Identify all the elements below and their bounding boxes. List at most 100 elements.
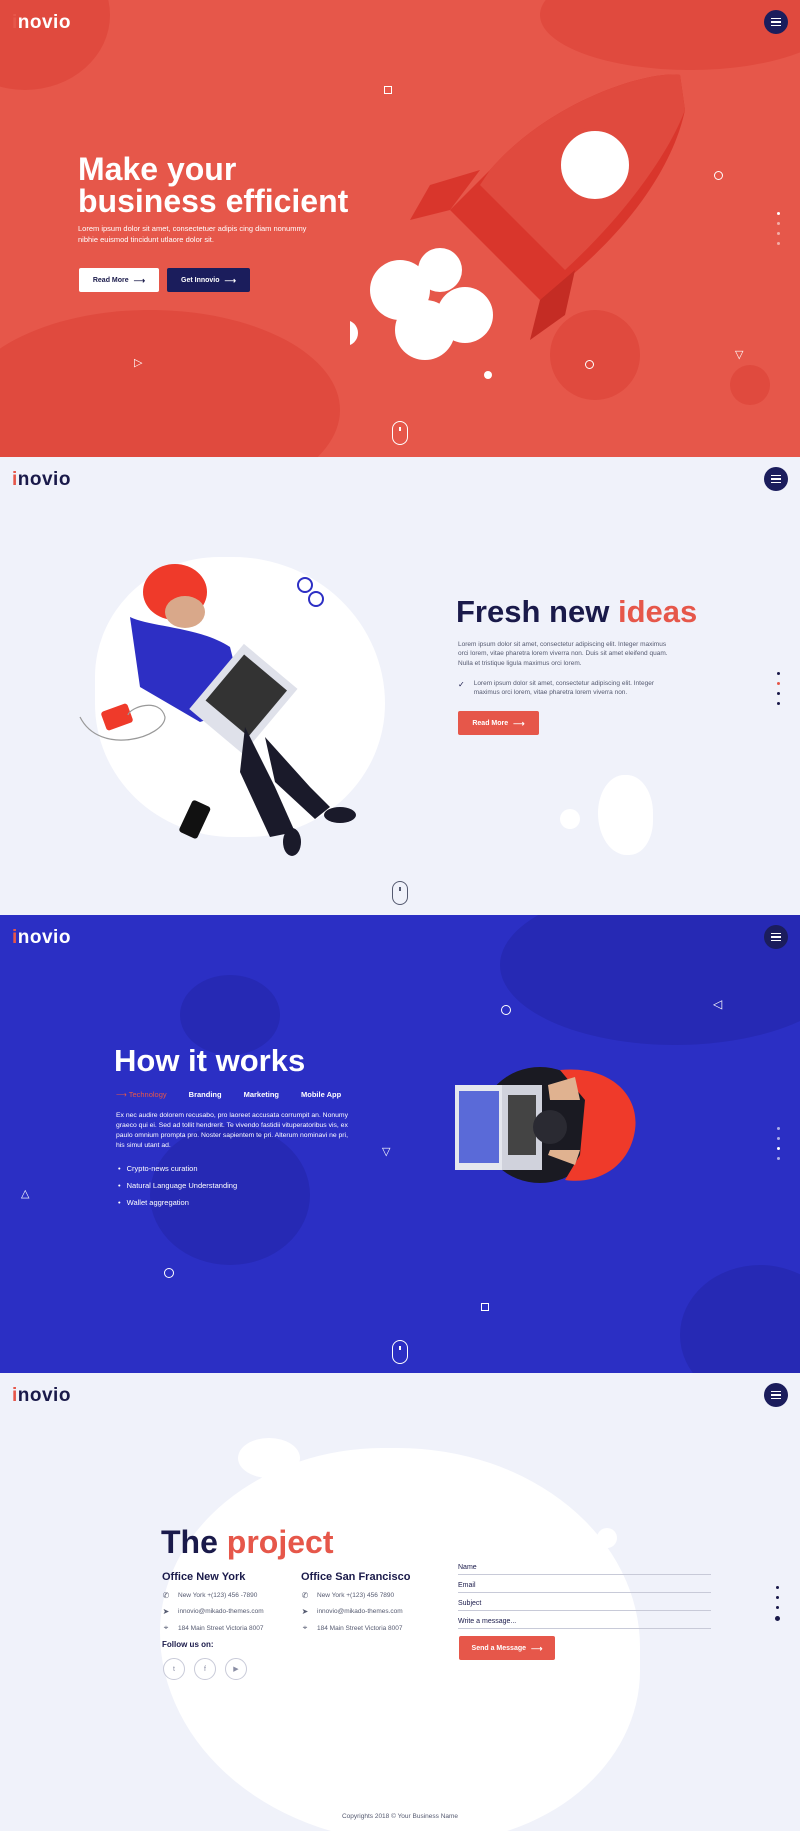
- bg-blob: [680, 1265, 800, 1373]
- email-field[interactable]: Email: [458, 1582, 711, 1593]
- twitter-icon: t: [173, 1665, 175, 1673]
- message-field[interactable]: Write a message...: [458, 1618, 711, 1629]
- hero-title: Make your business efficient: [78, 151, 349, 219]
- hamburger-icon: [771, 932, 781, 935]
- triangle-shape: ▷: [134, 357, 143, 369]
- facebook-icon: f: [204, 1665, 206, 1673]
- phone-icon: ✆: [301, 1591, 309, 1600]
- slide-dot[interactable]: [777, 222, 780, 225]
- logo[interactable]: inovio: [12, 469, 71, 491]
- slide-dot[interactable]: [777, 1127, 780, 1130]
- bg-blob: [500, 915, 800, 1045]
- slide-dot[interactable]: [776, 1606, 779, 1609]
- subject-field[interactable]: Subject: [458, 1600, 711, 1611]
- check-icon: ✓: [458, 680, 465, 689]
- tab-branding[interactable]: Branding: [189, 1090, 222, 1099]
- woman-laptop-illustration: [79, 564, 356, 856]
- office-email[interactable]: innovio@mikado-themes.com: [317, 1608, 403, 1615]
- slide-dot[interactable]: [777, 232, 780, 235]
- triangle-shape: ▽: [735, 349, 744, 361]
- tab-marketing[interactable]: Marketing: [244, 1090, 279, 1099]
- bg-blob: [597, 1528, 617, 1548]
- works-tabs: ⟶ Technology Branding Marketing Mobile A…: [116, 1090, 341, 1099]
- list-item: Wallet aggregation: [118, 1198, 237, 1207]
- phone-icon: ✆: [162, 1591, 170, 1600]
- menu-button[interactable]: [764, 467, 788, 491]
- slide-dots: [775, 1586, 780, 1621]
- works-title: How it works: [114, 1043, 306, 1078]
- slide-dot[interactable]: [777, 1137, 780, 1140]
- works-section: inovio How it works ⟶ Technology Brandin…: [0, 915, 800, 1373]
- read-more-button[interactable]: Read More ⟶: [79, 268, 159, 292]
- slide-dot[interactable]: [777, 1157, 780, 1160]
- youtube-button[interactable]: ▶: [225, 1658, 247, 1680]
- follow-label: Follow us on:: [162, 1640, 214, 1649]
- twitter-button[interactable]: t: [163, 1658, 185, 1680]
- project-title: The project: [161, 1524, 334, 1560]
- hamburger-icon: [771, 17, 781, 20]
- office-phone[interactable]: New York +(123) 456 -7890: [178, 1592, 257, 1599]
- slide-dot[interactable]: [777, 672, 780, 675]
- slide-dot[interactable]: [777, 682, 780, 685]
- logo[interactable]: inovio: [12, 1385, 71, 1407]
- bg-blob: [238, 1438, 300, 1478]
- slide-dot[interactable]: [777, 1147, 780, 1150]
- youtube-icon: ▶: [233, 1666, 239, 1673]
- send-message-button[interactable]: Send a Message ⟶: [459, 1636, 555, 1660]
- ideas-section: inovio Fresh new ideas Lorem ipsum dolor…: [0, 457, 800, 915]
- arrow-right-icon: ⟶: [513, 718, 525, 728]
- office-address: 184 Main Street Victoria 8007: [178, 1624, 264, 1632]
- arrow-right-icon: ⟶: [116, 1090, 129, 1099]
- works-bullets: Crypto-news curation Natural Language Un…: [118, 1164, 238, 1215]
- bg-blob: [730, 365, 770, 405]
- circle-shape: [501, 1005, 511, 1015]
- slide-dot[interactable]: [776, 1596, 779, 1599]
- slide-dot[interactable]: [777, 212, 780, 215]
- location-pin-icon: ⌖: [163, 1623, 169, 1632]
- office-email[interactable]: innovio@mikado-themes.com: [178, 1608, 264, 1615]
- circle-shape: [164, 1268, 174, 1278]
- scroll-mouse-icon[interactable]: [392, 881, 408, 905]
- slide-dot[interactable]: [776, 1586, 779, 1589]
- slide-dots: [777, 1127, 780, 1160]
- arrow-right-icon: ⟶: [224, 275, 236, 285]
- scroll-mouse-icon[interactable]: [392, 421, 408, 445]
- menu-button[interactable]: [764, 1383, 788, 1407]
- office-phone[interactable]: New York +(123) 456 7890: [317, 1592, 394, 1599]
- triangle-shape: △: [21, 1188, 30, 1200]
- circle-shape: [714, 171, 723, 180]
- office-name: Office New York: [162, 1571, 246, 1583]
- logo[interactable]: inovio: [12, 12, 71, 34]
- office-name: Office San Francisco: [301, 1571, 411, 1583]
- get-innovio-button[interactable]: Get Innovio ⟶: [167, 268, 250, 292]
- facebook-button[interactable]: f: [194, 1658, 216, 1680]
- location-pin-icon: ⌖: [302, 1623, 308, 1632]
- list-item: Natural Language Understanding: [118, 1181, 238, 1190]
- menu-button[interactable]: [764, 925, 788, 949]
- arrow-right-icon: ⟶: [133, 275, 146, 285]
- project-section: inovio The project Office New York ✆ New …: [0, 1373, 800, 1831]
- tab-mobile-app[interactable]: Mobile App: [301, 1090, 341, 1099]
- scroll-mouse-icon[interactable]: [392, 1340, 408, 1364]
- ideas-title: Fresh new ideas: [456, 594, 698, 629]
- read-more-button[interactable]: Read More ⟶: [458, 711, 539, 735]
- ideas-text: Lorem ipsum dolor sit amet, consectetur …: [458, 641, 668, 667]
- slide-dot[interactable]: [777, 692, 780, 695]
- square-shape: [384, 86, 392, 94]
- slide-dots: [777, 672, 780, 705]
- name-field[interactable]: Name: [458, 1564, 711, 1575]
- bg-blob: [0, 310, 340, 457]
- hamburger-icon: [771, 1390, 781, 1393]
- slide-dot[interactable]: [777, 702, 780, 705]
- person-laptop-illustration: [455, 1067, 636, 1183]
- triangle-shape: ◁: [713, 997, 723, 1011]
- paper-plane-icon: ➤: [162, 1607, 170, 1616]
- menu-button[interactable]: [764, 10, 788, 34]
- office-address: 184 Main Street Victoria 8007: [317, 1624, 403, 1632]
- list-item: Crypto-news curation: [118, 1164, 237, 1173]
- circle-shape: [585, 360, 594, 369]
- slide-dot[interactable]: [775, 1616, 780, 1621]
- tab-technology[interactable]: ⟶ Technology: [116, 1090, 167, 1099]
- logo[interactable]: inovio: [12, 927, 71, 949]
- slide-dot[interactable]: [777, 242, 780, 245]
